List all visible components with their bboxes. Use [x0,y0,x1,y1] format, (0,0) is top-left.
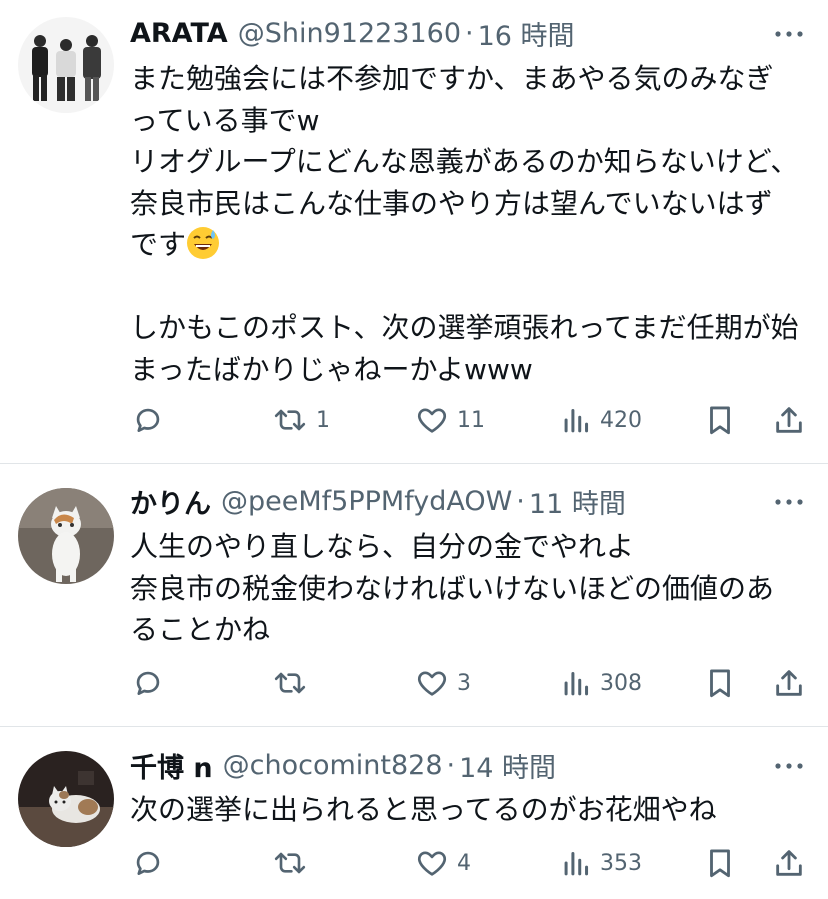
reply-button[interactable] [131,663,165,703]
like-count: 4 [457,850,471,876]
reply-icon [131,403,165,437]
display-name[interactable]: ARATA [130,18,228,49]
tweet-text: 次の選挙に出られると思ってるのがお花畑やね [130,793,717,826]
user-handle[interactable]: @peeMf5PPMfydAOW [221,486,512,517]
separator-dot: · [446,749,456,781]
timestamp[interactable]: 14 時間 [459,746,556,785]
tweet[interactable]: ARATA @Shin91223160 · 16 時間 また勉強会には不参加です… [0,0,828,463]
timestamp[interactable]: 16 時間 [478,14,575,53]
retweet-icon [272,666,308,700]
retweet-count: 1 [316,407,330,433]
tweet-text: 人生のやり直しなら、自分の金でやれよ 奈良市の税金使わなければいけないほどの価値… [130,530,775,646]
like-button[interactable]: 11 [415,400,485,440]
share-button[interactable] [772,843,806,883]
reply-icon [131,666,165,700]
more-icon[interactable] [772,490,806,514]
views-icon [562,846,592,880]
tweet-text-part: また勉強会には不参加ですか、まあやる気のみなぎっている事でw リオグループにどん… [130,62,799,261]
separator-dot: · [465,17,474,49]
share-icon [772,846,806,880]
tweet[interactable]: 千博 n @chocomint828 · 14 時間 次の選挙に出られると思って… [0,727,828,899]
bookmark-icon [703,403,737,437]
like-button[interactable]: 4 [415,843,471,883]
retweet-icon [272,403,308,437]
heart-icon [415,846,449,880]
bookmark-button[interactable] [703,843,737,883]
like-count: 11 [457,407,485,433]
reply-button[interactable] [131,400,165,440]
views-button[interactable]: 308 [562,663,642,703]
bookmark-icon [703,846,737,880]
timestamp[interactable]: 11 時間 [529,482,626,521]
action-bar: 4 353 [0,843,828,883]
like-button[interactable]: 3 [415,663,471,703]
views-button[interactable]: 353 [562,843,642,883]
bookmark-icon [703,666,737,700]
tweet-text: また勉強会には不参加ですか、まあやる気のみなぎっている事でw リオグループにどん… [130,58,800,390]
action-bar: 3 308 [0,663,828,703]
action-bar: 1 11 420 [0,400,828,440]
tweet-header: かりん @peeMf5PPMfydAOW · 11 時間 [130,481,738,521]
share-button[interactable] [772,663,806,703]
retweet-button[interactable] [272,843,316,883]
retweet-button[interactable] [272,663,316,703]
more-icon[interactable] [772,754,806,778]
bookmark-button[interactable] [703,663,737,703]
like-count: 3 [457,670,471,696]
user-handle[interactable]: @Shin91223160 [238,18,461,49]
views-button[interactable]: 420 [562,400,642,440]
view-count: 420 [600,407,642,433]
tweet-text-part: しかもこのポスト、次の選挙頑張れってまだ任期が始まったばかりじゃねーかよwww [130,311,799,386]
grinning-sweat-emoji [186,226,220,260]
display-name[interactable]: かりん [130,482,211,521]
reply-button[interactable] [131,843,165,883]
reply-icon [131,846,165,880]
tweet-header: 千博 n @chocomint828 · 14 時間 [130,745,738,785]
retweet-button[interactable]: 1 [272,400,330,440]
share-icon [772,666,806,700]
views-icon [562,666,592,700]
retweet-icon [272,846,308,880]
tweet-header: ARATA @Shin91223160 · 16 時間 [130,13,738,53]
user-handle[interactable]: @chocomint828 [223,750,443,781]
view-count: 308 [600,670,642,696]
avatar[interactable] [18,751,114,847]
more-icon[interactable] [772,22,806,46]
heart-icon [415,403,449,437]
share-icon [772,403,806,437]
heart-icon [415,666,449,700]
bookmark-button[interactable] [703,400,737,440]
view-count: 353 [600,850,642,876]
tweet[interactable]: かりん @peeMf5PPMfydAOW · 11 時間 人生のやり直しなら、自… [0,464,828,726]
display-name[interactable]: 千博 n [130,746,213,785]
avatar[interactable] [18,488,114,584]
avatar[interactable] [18,17,114,113]
share-button[interactable] [772,400,806,440]
separator-dot: · [516,485,525,517]
views-icon [562,403,592,437]
